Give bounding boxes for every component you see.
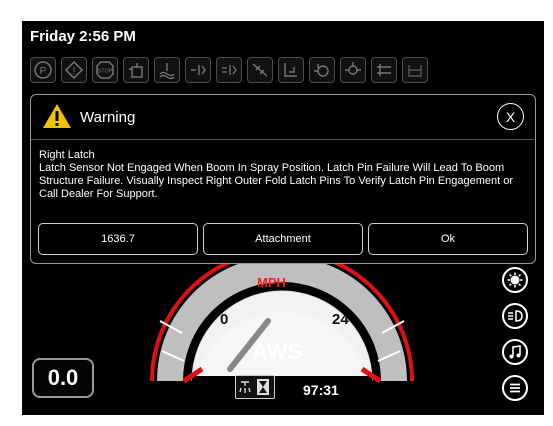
value-readout-button[interactable]: 0.0 — [32, 358, 94, 398]
ok-button[interactable]: Ok — [368, 223, 528, 255]
boom-fold-icon — [247, 57, 273, 83]
warning-icon — [43, 104, 71, 128]
audio-button[interactable] — [502, 339, 528, 365]
close-icon: X — [505, 108, 516, 125]
hitch-icon — [371, 57, 397, 83]
display-screen: Friday 2:56 PM P ! STOP MPH 0 24 AWS 0.0 — [22, 21, 544, 415]
spray-boom-icon — [278, 57, 304, 83]
warning-triangle-icon: ! — [61, 57, 87, 83]
clock: Friday 2:56 PM — [30, 28, 136, 45]
brightness-button[interactable] — [502, 267, 528, 293]
attachment-button[interactable]: Attachment — [203, 223, 363, 255]
warning-dialog: Warning X Right Latch Latch Sensor Not E… — [30, 94, 536, 264]
hydraulic-pressure-icon — [123, 57, 149, 83]
steering-mode-label: AWS — [252, 339, 303, 364]
speed-unit-label: MPH — [257, 275, 286, 290]
engine-icon — [309, 57, 335, 83]
spray-timer-icon — [235, 375, 275, 399]
value-button[interactable]: 1636.7 — [38, 223, 198, 255]
speed-scale-min-label: 0 — [220, 311, 229, 328]
music-icon — [509, 345, 521, 359]
coolant-level-icon — [154, 57, 180, 83]
speedometer-gauge — [150, 251, 414, 401]
message-title: Right Latch — [39, 149, 95, 161]
headlights-button[interactable] — [502, 303, 528, 329]
spray-timer-value: 97:31 — [303, 382, 339, 398]
svg-text:STOP: STOP — [98, 69, 113, 75]
svg-text:P: P — [40, 66, 47, 77]
brightness-icon — [507, 272, 523, 288]
menu-button[interactable] — [502, 375, 528, 401]
dialog-header: Warning X — [31, 95, 534, 140]
speed-scale-label: 24 — [332, 311, 349, 328]
headlight-icon — [508, 310, 523, 322]
transmission-icon — [340, 57, 366, 83]
menu-icon — [510, 383, 520, 393]
message-body: Latch Sensor Not Engaged When Boom In Sp… — [39, 162, 514, 200]
stop-icon: STOP — [92, 57, 118, 83]
svg-text:!: ! — [73, 66, 76, 77]
close-button[interactable]: X — [497, 103, 524, 130]
indicator-bar: P ! STOP — [30, 57, 428, 87]
boom-right-icon — [216, 57, 242, 83]
dialog-title: Warning — [80, 109, 136, 126]
tank-icon — [402, 57, 428, 83]
boom-left-icon — [185, 57, 211, 83]
parking-brake-icon: P — [30, 57, 56, 83]
